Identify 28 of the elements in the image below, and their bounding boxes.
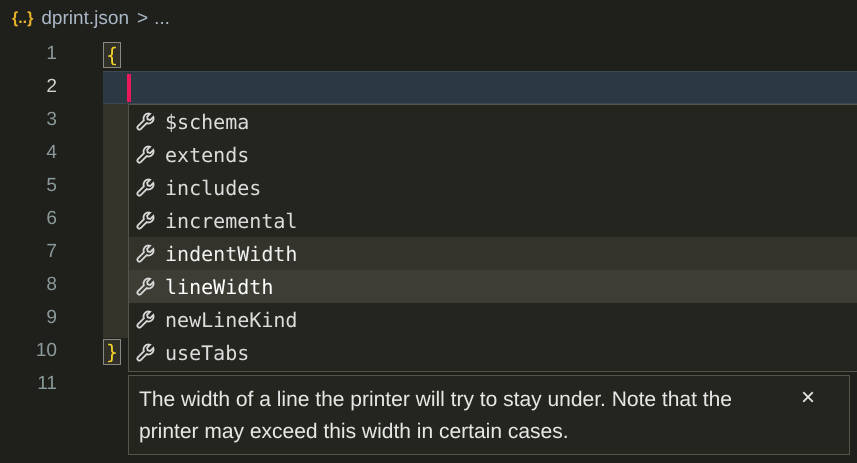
- line-number: 7: [45, 240, 57, 264]
- line-number: 4: [45, 141, 57, 166]
- close-button[interactable]: ×: [801, 386, 816, 410]
- brace: }: [103, 338, 122, 364]
- suggestion-item[interactable]: useTabs: [129, 336, 857, 369]
- suggestion-item[interactable]: includes: [129, 171, 857, 204]
- line-number: 2: [45, 75, 57, 100]
- line-number: 1: [45, 42, 57, 66]
- line-number: 10: [34, 339, 57, 364]
- breadcrumb-more[interactable]: ...: [154, 4, 170, 34]
- suggestion-item[interactable]: indentWidth: [129, 237, 857, 270]
- line-number: 11: [36, 372, 57, 396]
- suggestion-item[interactable]: extends: [129, 138, 857, 171]
- breadcrumb-file[interactable]: dprint.json: [41, 4, 130, 34]
- line-number: 9: [45, 306, 57, 330]
- text-cursor: [127, 74, 131, 102]
- line-number: 3: [45, 108, 57, 132]
- suggestion-item[interactable]: incremental: [129, 204, 857, 237]
- details-text: The width of a line the printer will try to stay under. Note that the printer may exceed this width in certain cases.: [139, 387, 733, 445]
- brace: {: [103, 42, 122, 68]
- line-number: 8: [45, 273, 57, 298]
- line-number: 6: [45, 207, 57, 232]
- suggestion-item[interactable]: newLineKind: [129, 303, 857, 336]
- suggestion-item[interactable]: $schema: [129, 105, 857, 138]
- breadcrumb-separator: >: [137, 6, 148, 31]
- json-file-icon: {..}: [12, 7, 34, 31]
- line-number: 5: [45, 174, 57, 198]
- suggestion-item[interactable]: lineWidth: [129, 270, 857, 303]
